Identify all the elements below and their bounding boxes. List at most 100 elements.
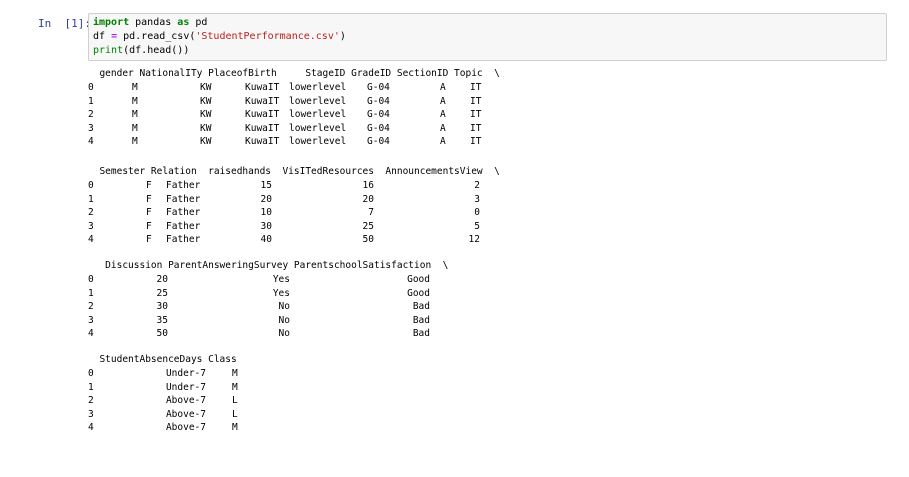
row-index: 1 [88, 95, 94, 107]
cell-visitedresources: 16 [362, 180, 374, 191]
row-index: 3 [88, 408, 94, 420]
cell-sectionid: A [440, 136, 446, 148]
cell-stageid: lowerlevel [289, 109, 347, 121]
table-row: 1 F Father 20 20 3 [88, 193, 480, 208]
row-index: 4 [88, 136, 94, 148]
table-row: 2 M KW KuwaIT lowerlevel G-04 A IT [88, 109, 481, 123]
module-alias: pd [189, 17, 208, 28]
table-row: 4 F Father 40 50 12 [88, 234, 480, 248]
table-row: 4 Above-7 M [88, 422, 238, 436]
cell-placeofbirth: KuwaIT [245, 136, 280, 148]
module-name: pandas [129, 17, 178, 28]
cell-sectionid: A [440, 82, 446, 93]
cell-announcementsview: 12 [468, 234, 480, 246]
code-line-3: print(df.head()) [93, 45, 189, 57]
cell-discussion: 25 [156, 287, 168, 299]
cell-announcementsview: 5 [474, 220, 480, 232]
row-index: 0 [88, 180, 94, 191]
cell-gender: M [132, 122, 138, 134]
row-index: 3 [88, 314, 94, 326]
row-index: 2 [88, 395, 94, 407]
row-index: 1 [88, 287, 94, 299]
cell-discussion: 50 [156, 328, 168, 340]
cell-studentabsencedays: Under-7 [165, 368, 206, 379]
table-row: 3 F Father 30 25 5 [88, 220, 480, 235]
table-row: 2 Above-7 L [88, 395, 238, 409]
cell-gradeid: G-04 [367, 122, 390, 134]
table-row: 1 25 Yes Good [88, 287, 430, 302]
cell-topic: IT [470, 136, 482, 148]
cell-class: M [232, 422, 238, 434]
cell-parentansweringsurvey: Yes [272, 274, 290, 285]
cell-stageid: lowerlevel [289, 82, 347, 93]
notebook-cell: In [1]: import pandas as pd df = pd.read… [0, 0, 909, 438]
cell-discussion: 30 [156, 301, 168, 313]
cell-semester: F [146, 207, 152, 219]
table-header: StudentAbsenceDays Class [88, 354, 237, 365]
cell-nationality: KW [200, 109, 212, 121]
row-index: 4 [88, 234, 94, 246]
cell-relation: Father [166, 220, 201, 232]
cell-parentschoolsatisfaction: Good [407, 274, 430, 285]
cell-stageid: lowerlevel [289, 136, 347, 148]
table-row: 0 F Father 15 16 2 [88, 180, 480, 194]
cell-topic: IT [470, 95, 482, 107]
cell-parentschoolsatisfaction: Bad [412, 328, 430, 340]
cell-gradeid: G-04 [367, 136, 390, 148]
row-index: 2 [88, 109, 94, 121]
code-close: ) [339, 31, 346, 42]
table-row: 1 M KW KuwaIT lowerlevel G-04 A IT [88, 95, 481, 110]
row-index: 3 [88, 220, 94, 232]
cell-topic: IT [470, 82, 482, 93]
cell-studentabsencedays: Above-7 [165, 408, 206, 420]
row-index: 1 [88, 193, 94, 205]
code-call: pd.read_csv( [117, 31, 196, 42]
cell-sectionid: A [440, 109, 446, 121]
cell-nationality: KW [200, 95, 212, 107]
table-row: 4 M KW KuwaIT lowerlevel G-04 A IT [88, 136, 481, 150]
cell-visitedresources: 7 [368, 207, 374, 219]
cell-semester: F [146, 193, 152, 205]
cell-gender: M [132, 82, 138, 93]
code-var: df [93, 31, 112, 42]
cell-announcementsview: 3 [474, 193, 480, 205]
cell-gradeid: G-04 [367, 109, 390, 121]
cell-parentschoolsatisfaction: Bad [412, 301, 430, 313]
cell-announcementsview: 2 [474, 180, 480, 191]
cell-stageid: lowerlevel [289, 122, 347, 134]
cell-relation: Father [166, 234, 201, 246]
cell-parentansweringsurvey: Yes [272, 287, 290, 299]
cell-discussion: 20 [156, 274, 168, 285]
table-row: 0 M KW KuwaIT lowerlevel G-04 A IT [88, 82, 481, 96]
cell-discussion: 35 [156, 314, 168, 326]
cell-raisedhands: 10 [260, 207, 272, 219]
cell-sectionid: A [440, 122, 446, 134]
row-index: 1 [88, 381, 94, 393]
code-line-2: df = pd.read_csv('StudentPerformance.csv… [93, 31, 346, 43]
cell-gradeid: G-04 [367, 82, 390, 93]
code-input-area[interactable]: import pandas as pd df = pd.read_csv('St… [88, 13, 887, 61]
table-row: 4 50 No Bad [88, 328, 430, 342]
cell-class: M [232, 381, 238, 393]
cell-visitedresources: 25 [362, 220, 374, 232]
cell-topic: IT [470, 109, 482, 121]
row-index: 0 [88, 274, 94, 285]
cell-class: L [232, 408, 238, 420]
code-builtin: print [93, 45, 124, 56]
cell-class: L [232, 395, 238, 407]
cell-nationality: KW [200, 136, 212, 148]
cell-topic: IT [470, 122, 482, 134]
table-row: 0 Under-7 M [88, 368, 238, 382]
code-string: 'StudentPerformance.csv' [195, 31, 340, 42]
cell-nationality: KW [200, 122, 212, 134]
cell-raisedhands: 30 [260, 220, 272, 232]
cell-relation: Father [166, 193, 201, 205]
cell-placeofbirth: KuwaIT [245, 109, 280, 121]
code-line-1: import pandas as pd [93, 17, 207, 29]
cell-placeofbirth: KuwaIT [245, 122, 280, 134]
row-index: 0 [88, 82, 94, 93]
cell-studentabsencedays: Above-7 [165, 422, 206, 434]
cell-raisedhands: 15 [260, 180, 272, 191]
table-row: 3 Above-7 L [88, 408, 238, 423]
cell-semester: F [146, 234, 152, 246]
